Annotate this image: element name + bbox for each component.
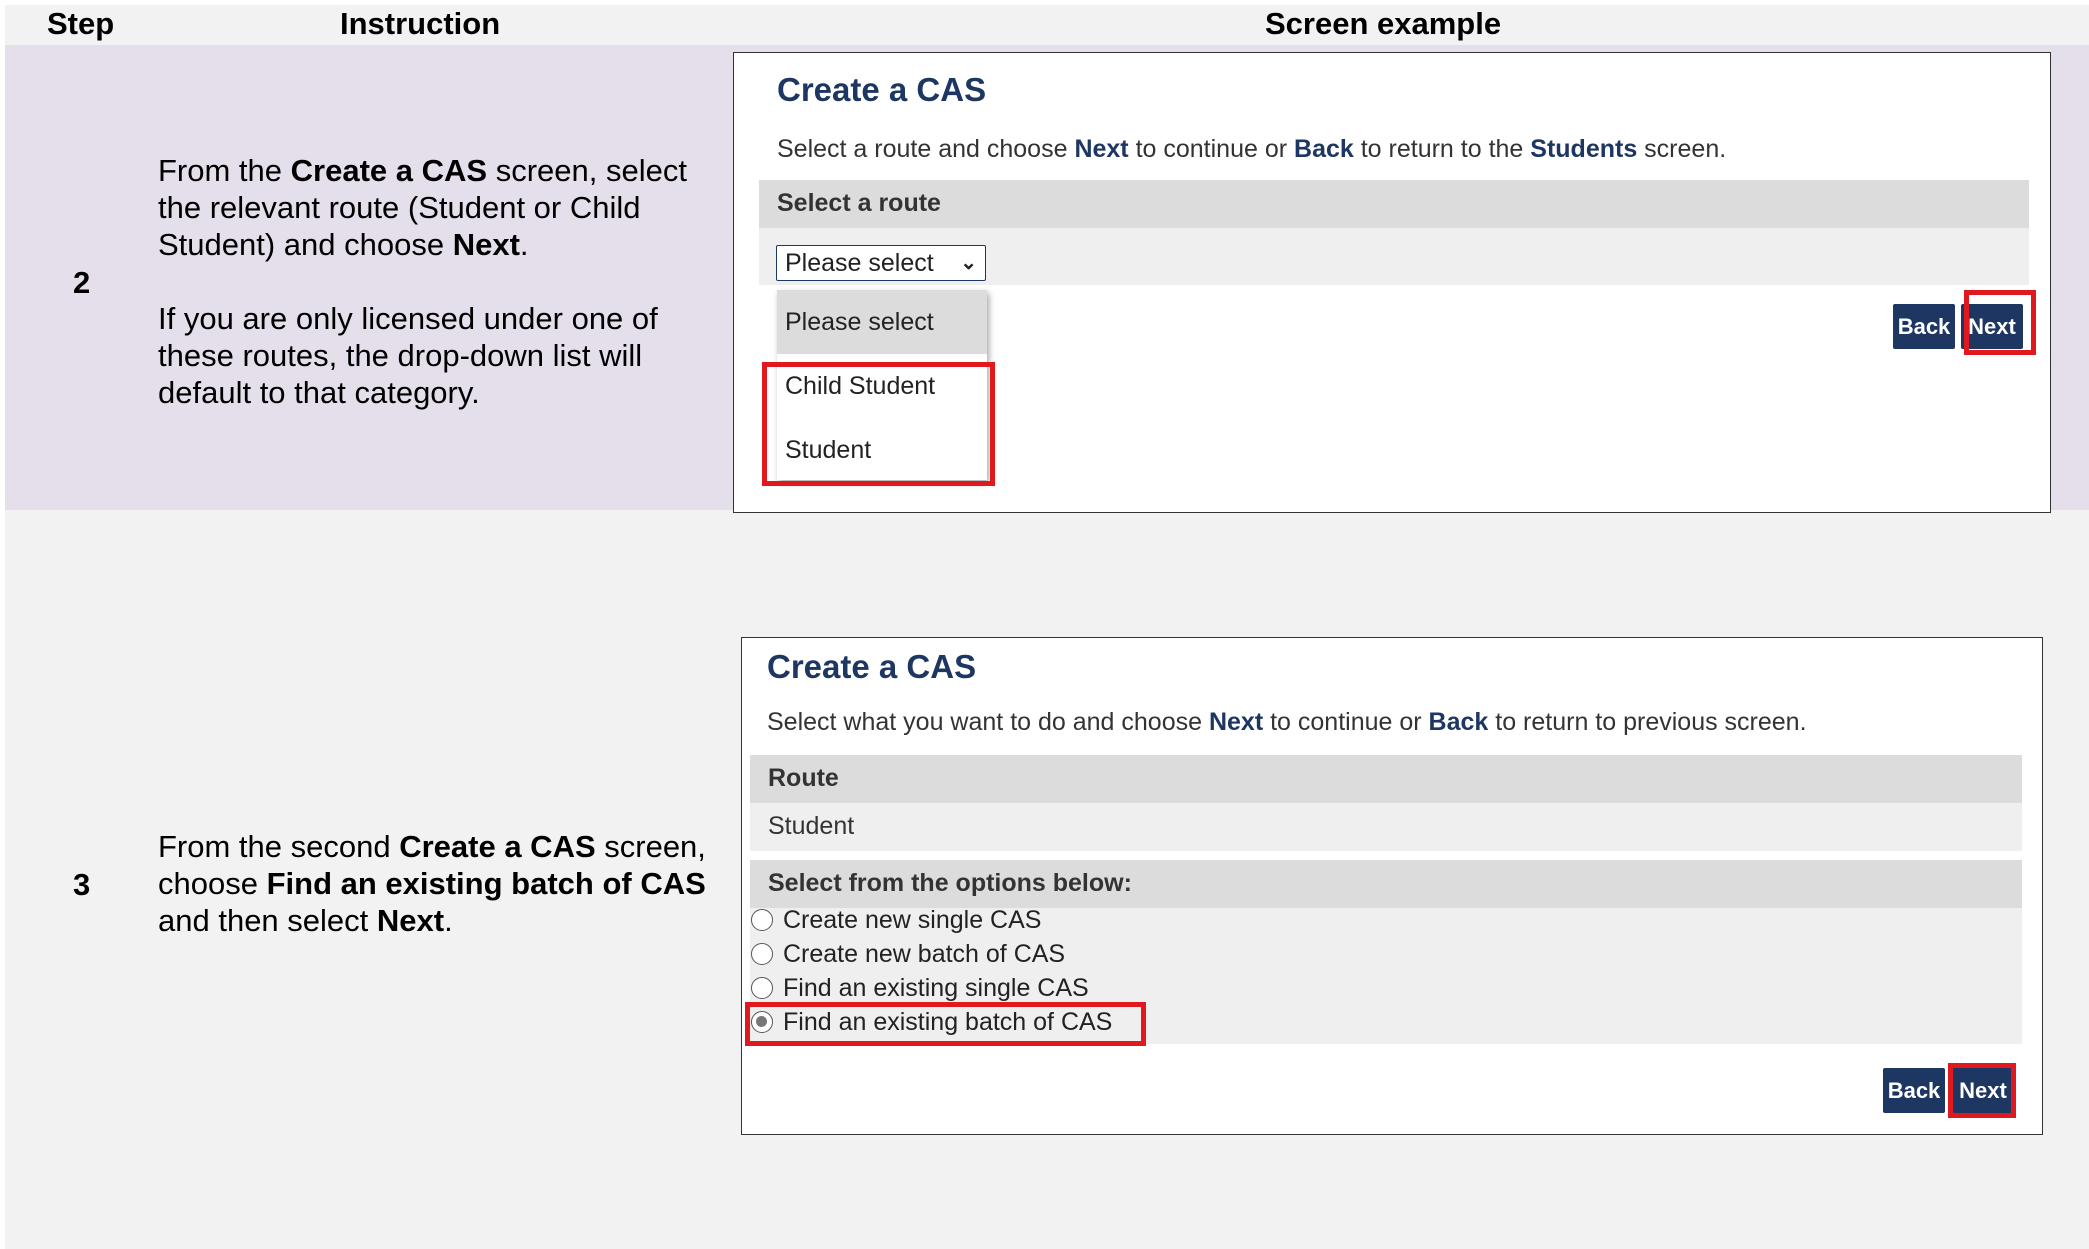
route-select[interactable]: Please select ⌄ <box>776 245 986 281</box>
highlight-box <box>1948 1063 2016 1118</box>
instruction-text: From the second Create a CAS screen, cho… <box>158 829 706 938</box>
page-title: Create a CAS <box>767 648 977 685</box>
page-description: Select what you want to do and choose Ne… <box>767 708 1807 736</box>
highlight-box <box>745 1002 1146 1046</box>
page-description: Select a route and choose Next to contin… <box>777 135 1727 163</box>
back-button[interactable]: Back <box>1883 1068 1945 1113</box>
instruction-text: From the Create a CAS screen, select the… <box>158 153 687 410</box>
highlight-box <box>762 362 995 486</box>
route-value: Student <box>750 803 2022 851</box>
row-step-2: 2 From the Create a CAS screen, select t… <box>5 45 2089 513</box>
radio-button[interactable] <box>751 909 773 931</box>
step-number: 2 <box>73 265 91 300</box>
route-label: Route <box>750 755 2022 803</box>
back-button[interactable]: Back <box>1893 304 1955 349</box>
header-step: Step <box>47 6 115 41</box>
options-header: Select from the options below: <box>750 860 2022 908</box>
page-title: Create a CAS <box>777 71 987 108</box>
section-header: Select a route <box>759 180 2029 228</box>
step-number: 3 <box>73 867 91 902</box>
highlight-box <box>1964 290 2036 355</box>
screen-example-options: Create a CAS Select what you want to do … <box>741 637 2043 1135</box>
radio-button[interactable] <box>751 943 773 965</box>
header-screen-example: Screen example <box>1265 6 1502 41</box>
radio-button[interactable] <box>751 977 773 999</box>
screen-example-route: Create a CAS Select a route and choose N… <box>733 52 2051 513</box>
header-instruction: Instruction <box>340 6 501 41</box>
instruction-table: Step Instruction Screen example 2 From t… <box>5 5 2089 1249</box>
chevron-down-icon: ⌄ <box>960 252 977 274</box>
dropdown-option[interactable]: Please select <box>777 290 987 354</box>
